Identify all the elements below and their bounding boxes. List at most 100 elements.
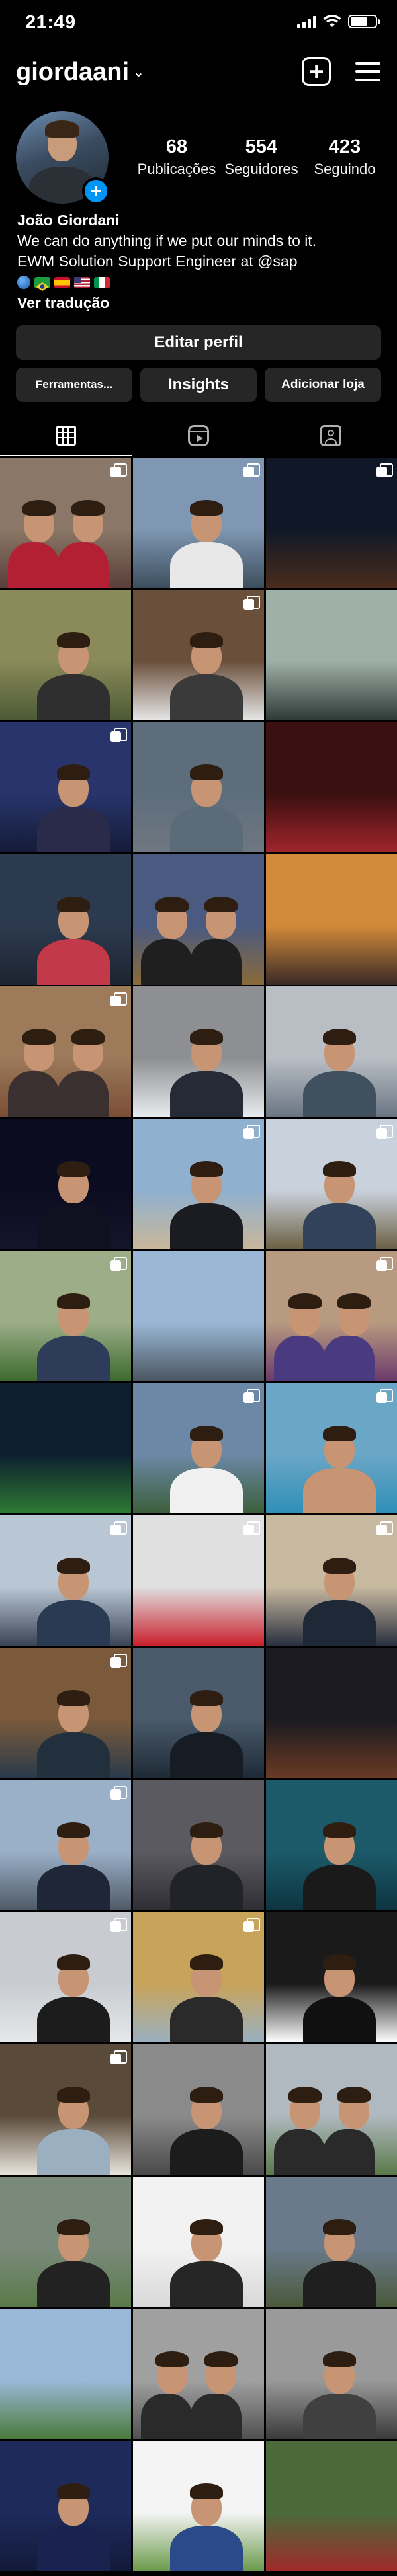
post-thumbnail[interactable] xyxy=(266,1912,397,2042)
post-thumbnail[interactable] xyxy=(133,722,264,852)
person-figure xyxy=(170,2261,243,2307)
carousel-icon xyxy=(110,1918,127,1933)
post-thumbnail[interactable] xyxy=(266,1515,397,1646)
post-thumbnail[interactable] xyxy=(0,1780,131,1910)
post-thumbnail[interactable] xyxy=(266,2309,397,2439)
post-thumbnail[interactable] xyxy=(266,854,397,985)
menu-icon[interactable] xyxy=(353,57,382,86)
post-thumbnail[interactable] xyxy=(133,2441,264,2571)
person-hair xyxy=(22,1029,56,1045)
post-thumbnail[interactable] xyxy=(0,2044,131,2175)
post-thumbnail[interactable] xyxy=(133,2044,264,2175)
tab-posts-grid[interactable] xyxy=(0,415,132,456)
person-hair xyxy=(190,1161,223,1177)
person-hair xyxy=(57,2483,90,2499)
post-thumbnail[interactable] xyxy=(0,590,131,720)
see-translation-link[interactable]: Ver tradução xyxy=(17,293,388,313)
stat-following[interactable]: 423 Seguindo xyxy=(302,136,388,178)
tools-button[interactable]: Ferramentas... xyxy=(16,368,132,402)
wifi-icon xyxy=(323,15,341,27)
post-thumbnail[interactable] xyxy=(266,2441,397,2571)
person-hair xyxy=(323,1029,356,1045)
insights-button[interactable]: Insights xyxy=(140,368,257,402)
person-hair xyxy=(323,1822,356,1838)
stat-followers[interactable]: 554 Seguidores xyxy=(218,136,304,178)
post-thumbnail[interactable] xyxy=(133,2177,264,2307)
chevron-down-icon: ⌄ xyxy=(133,65,144,80)
post-thumbnail[interactable] xyxy=(0,1119,131,1249)
post-thumbnail[interactable] xyxy=(0,722,131,852)
post-thumbnail[interactable] xyxy=(0,1648,131,1778)
post-thumbnail[interactable] xyxy=(266,1119,397,1249)
post-thumbnail[interactable] xyxy=(133,1780,264,1910)
post-thumbnail[interactable] xyxy=(266,2177,397,2307)
post-thumbnail[interactable] xyxy=(133,1912,264,2042)
person-hair xyxy=(323,1954,356,1970)
person-hair xyxy=(337,1293,371,1309)
carousel-icon xyxy=(110,1654,127,1668)
post-thumbnail[interactable] xyxy=(133,1251,264,1381)
top-nav: giordaani ⌄ xyxy=(0,53,397,93)
person-figure xyxy=(37,1997,110,2042)
person-figure xyxy=(170,1865,243,1910)
post-thumbnail[interactable] xyxy=(133,986,264,1117)
post-thumbnail[interactable] xyxy=(266,2044,397,2175)
carousel-icon xyxy=(110,1786,127,1800)
posts-grid xyxy=(0,458,397,2571)
person-hair xyxy=(57,1558,90,1574)
post-thumbnail[interactable] xyxy=(266,986,397,1117)
photo-foreground xyxy=(266,1719,397,1778)
create-post-icon[interactable] xyxy=(302,57,331,86)
person-hair xyxy=(190,500,223,516)
post-thumbnail[interactable] xyxy=(133,2309,264,2439)
carousel-icon xyxy=(110,728,127,743)
post-thumbnail[interactable] xyxy=(266,1383,397,1513)
post-thumbnail[interactable] xyxy=(133,1648,264,1778)
post-thumbnail[interactable] xyxy=(266,1648,397,1778)
account-switcher[interactable]: giordaani ⌄ xyxy=(16,58,144,87)
post-thumbnail[interactable] xyxy=(266,722,397,852)
post-thumbnail[interactable] xyxy=(0,2441,131,2571)
person-hair xyxy=(190,1822,223,1838)
post-thumbnail[interactable] xyxy=(0,1383,131,1513)
post-thumbnail[interactable] xyxy=(0,1251,131,1381)
carousel-icon xyxy=(110,2050,127,2065)
carousel-icon xyxy=(110,1521,127,1536)
bio-line: We can do anything if we put our minds t… xyxy=(17,232,317,250)
post-thumbnail[interactable] xyxy=(133,590,264,720)
edit-profile-button[interactable]: Editar perfil xyxy=(16,325,381,360)
stat-value: 554 xyxy=(245,136,278,157)
stat-value: 68 xyxy=(165,136,188,157)
post-thumbnail[interactable] xyxy=(0,1515,131,1646)
post-thumbnail[interactable] xyxy=(0,986,131,1117)
post-thumbnail[interactable] xyxy=(0,2177,131,2307)
add-story-button[interactable]: + xyxy=(82,177,110,205)
tab-reels[interactable] xyxy=(132,415,265,456)
tab-tagged[interactable] xyxy=(265,415,397,456)
post-thumbnail[interactable] xyxy=(266,1251,397,1381)
photo-background xyxy=(0,2309,131,2381)
add-shop-button[interactable]: Adicionar loja xyxy=(265,368,381,402)
post-thumbnail[interactable] xyxy=(0,854,131,985)
stat-posts[interactable]: 68 Publicações xyxy=(134,136,220,178)
person-hair xyxy=(190,1426,223,1441)
post-thumbnail[interactable] xyxy=(266,458,397,588)
post-thumbnail[interactable] xyxy=(266,590,397,720)
post-thumbnail[interactable] xyxy=(133,458,264,588)
post-thumbnail[interactable] xyxy=(0,458,131,588)
post-thumbnail[interactable] xyxy=(133,1515,264,1646)
person-figure xyxy=(37,2129,110,2175)
photo-foreground xyxy=(0,2380,131,2439)
person-figure xyxy=(323,2129,375,2175)
post-thumbnail[interactable] xyxy=(0,1912,131,2042)
person-figure xyxy=(170,2129,243,2175)
post-thumbnail[interactable] xyxy=(133,1119,264,1249)
battery-icon xyxy=(348,15,380,28)
post-thumbnail[interactable] xyxy=(133,854,264,985)
post-thumbnail[interactable] xyxy=(266,1780,397,1910)
person-figure xyxy=(170,1468,243,1513)
post-thumbnail[interactable] xyxy=(0,2309,131,2439)
profile-tabs xyxy=(0,415,397,456)
post-thumbnail[interactable] xyxy=(133,1383,264,1513)
person-figure xyxy=(303,1071,376,1117)
